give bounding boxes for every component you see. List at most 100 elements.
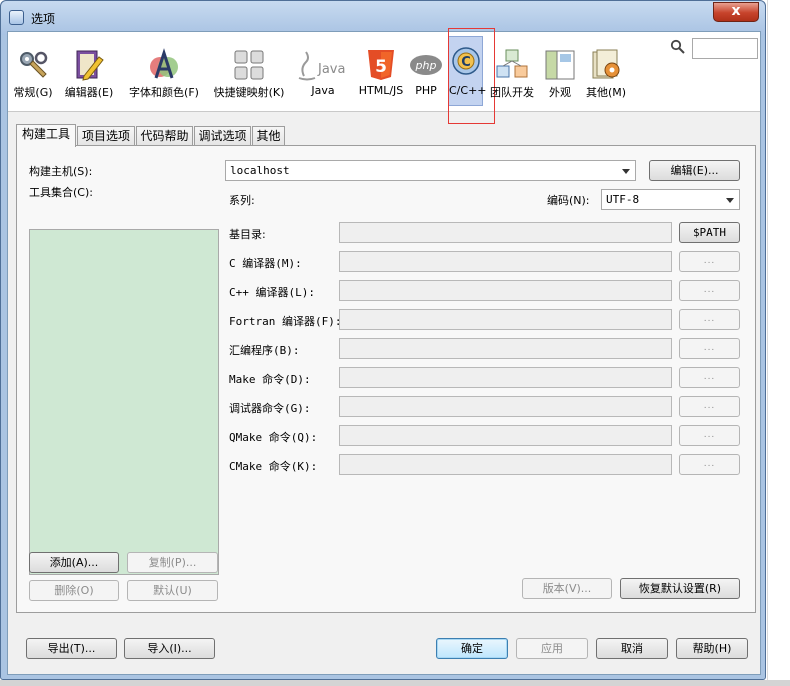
search-input[interactable]	[692, 38, 758, 59]
build-host-label: 构建主机(S):	[29, 165, 93, 178]
category-editor[interactable]: 编辑器(E)	[60, 38, 118, 104]
c-compiler-label: C 编译器(M):	[229, 257, 302, 270]
default-toolset-button[interactable]: 默认(U)	[127, 580, 218, 601]
toolset-list[interactable]	[29, 229, 219, 575]
cpp-compiler-field[interactable]	[339, 280, 672, 301]
assembler-field[interactable]	[339, 338, 672, 359]
misc-gear-icon	[592, 49, 620, 79]
apply-button[interactable]: 应用	[516, 638, 588, 659]
debugger-command-label: 调试器命令(G):	[229, 402, 311, 415]
category-keymap[interactable]: 快捷键映射(K)	[209, 38, 289, 104]
category-cpp[interactable]: C C/C++	[448, 36, 487, 106]
cmake-command-browse-button[interactable]: ...	[679, 454, 740, 475]
pencil-book-icon	[76, 50, 104, 81]
tab-debug-options[interactable]: 调试选项	[194, 126, 251, 146]
svg-text:C: C	[461, 55, 471, 70]
base-dir-label: 基目录:	[229, 228, 266, 241]
svg-text:5: 5	[375, 57, 387, 77]
cpp-icon: C	[451, 47, 480, 75]
import-button[interactable]: 导入(I)...	[124, 638, 215, 659]
category-label: Java	[311, 84, 335, 97]
toolset-label: 工具集合(C):	[29, 186, 93, 199]
dialog-content: 常规(G) 编辑器(E) 字体和颜色(F) 快捷键映射(K) Java Java…	[7, 28, 761, 675]
qmake-command-browse-button[interactable]: ...	[679, 425, 740, 446]
encoding-select[interactable]: UTF-8	[601, 189, 740, 210]
category-label: 快捷键映射(K)	[213, 86, 285, 99]
category-team[interactable]: 团队开发	[486, 38, 538, 104]
make-command-browse-button[interactable]: ...	[679, 367, 740, 388]
restore-defaults-button[interactable]: 恢复默认设置(R)	[620, 578, 740, 599]
category-general[interactable]: 常规(G)	[10, 38, 56, 104]
taskbar-edge	[0, 680, 790, 686]
team-cubes-icon	[496, 49, 528, 78]
html5-icon: 5	[368, 50, 394, 80]
wrench-gear-icon	[20, 51, 48, 78]
qmake-command-field[interactable]	[339, 425, 672, 446]
cancel-button[interactable]: 取消	[596, 638, 668, 659]
qmake-command-label: QMake 命令(Q):	[229, 431, 318, 444]
close-button[interactable]: x	[713, 2, 759, 22]
build-tools-panel: 构建主机(S): localhost 编辑(E)... 工具集合(C): 系列:…	[16, 145, 756, 613]
tab-code-assistance[interactable]: 代码帮助	[136, 126, 193, 146]
title-bar[interactable]: 选项 x	[1, 1, 765, 35]
add-toolset-button[interactable]: 添加(A)...	[29, 552, 119, 573]
chevron-down-icon	[726, 198, 734, 203]
category-label: 字体和颜色(F)	[129, 86, 199, 99]
encoding-label: 编码(N):	[547, 194, 590, 207]
build-host-select[interactable]: localhost	[225, 160, 636, 181]
svg-text:Java: Java	[317, 62, 345, 77]
search-icon	[670, 39, 685, 54]
versions-button[interactable]: 版本(V)...	[522, 578, 612, 599]
path-button[interactable]: $PATH	[679, 222, 740, 243]
make-command-label: Make 命令(D):	[229, 373, 311, 386]
category-label: 其他(M)	[585, 86, 627, 99]
assembler-label: 汇编程序(B):	[229, 344, 300, 357]
category-label: HTML/JS	[358, 84, 404, 97]
php-icon: php	[410, 55, 442, 75]
background-window-edge	[767, 0, 790, 686]
window-title: 选项	[31, 12, 56, 26]
category-label: PHP	[415, 84, 437, 97]
assembler-browse-button[interactable]: ...	[679, 338, 740, 359]
make-command-field[interactable]	[339, 367, 672, 388]
category-toolbar: 常规(G) 编辑器(E) 字体和颜色(F) 快捷键映射(K) Java Java…	[8, 28, 760, 124]
family-label: 系列:	[229, 194, 255, 207]
base-dir-field[interactable]	[339, 222, 672, 243]
category-label: 常规(G)	[13, 86, 53, 99]
fortran-compiler-field[interactable]	[339, 309, 672, 330]
category-html-js[interactable]: 5 HTML/JS	[355, 38, 407, 104]
category-label: 团队开发	[490, 86, 534, 99]
fortran-compiler-label: Fortran 编译器(F):	[229, 315, 342, 328]
encoding-value: UTF-8	[606, 193, 640, 206]
debugger-command-field[interactable]	[339, 396, 672, 417]
options-dialog: 选项 x 常规(G) 编辑器(E) 字体和颜色(F) 快捷键映射(K) Java…	[0, 0, 766, 680]
category-label: 外观	[549, 86, 571, 99]
cmake-command-field[interactable]	[339, 454, 672, 475]
category-fonts-colors[interactable]: 字体和颜色(F)	[122, 38, 206, 104]
category-appearance[interactable]: 外观	[541, 38, 579, 104]
edit-host-button[interactable]: 编辑(E)...	[649, 160, 740, 181]
category-java[interactable]: Java Java	[296, 38, 350, 104]
c-compiler-browse-button[interactable]: ...	[679, 251, 740, 272]
keyboard-icon	[234, 50, 264, 80]
category-label: 编辑器(E)	[64, 86, 114, 99]
ok-button[interactable]: 确定	[436, 638, 508, 659]
tab-other[interactable]: 其他	[252, 126, 285, 146]
svg-text:php: php	[415, 59, 437, 72]
export-button[interactable]: 导出(T)...	[26, 638, 117, 659]
c-compiler-field[interactable]	[339, 251, 672, 272]
appearance-window-icon	[545, 50, 575, 80]
cpp-compiler-label: C++ 编译器(L):	[229, 286, 315, 299]
delete-toolset-button[interactable]: 删除(O)	[29, 580, 119, 601]
font-a-icon	[150, 48, 178, 79]
cpp-compiler-browse-button[interactable]: ...	[679, 280, 740, 301]
debugger-command-browse-button[interactable]: ...	[679, 396, 740, 417]
copy-toolset-button[interactable]: 复制(P)...	[127, 552, 218, 573]
tab-build-tools[interactable]: 构建工具	[16, 124, 76, 147]
fortran-compiler-browse-button[interactable]: ...	[679, 309, 740, 330]
category-php[interactable]: php PHP	[409, 38, 443, 104]
category-misc[interactable]: 其他(M)	[580, 38, 632, 104]
chevron-down-icon	[622, 169, 630, 174]
help-button[interactable]: 帮助(H)	[676, 638, 748, 659]
tab-project-options[interactable]: 项目选项	[77, 126, 135, 146]
